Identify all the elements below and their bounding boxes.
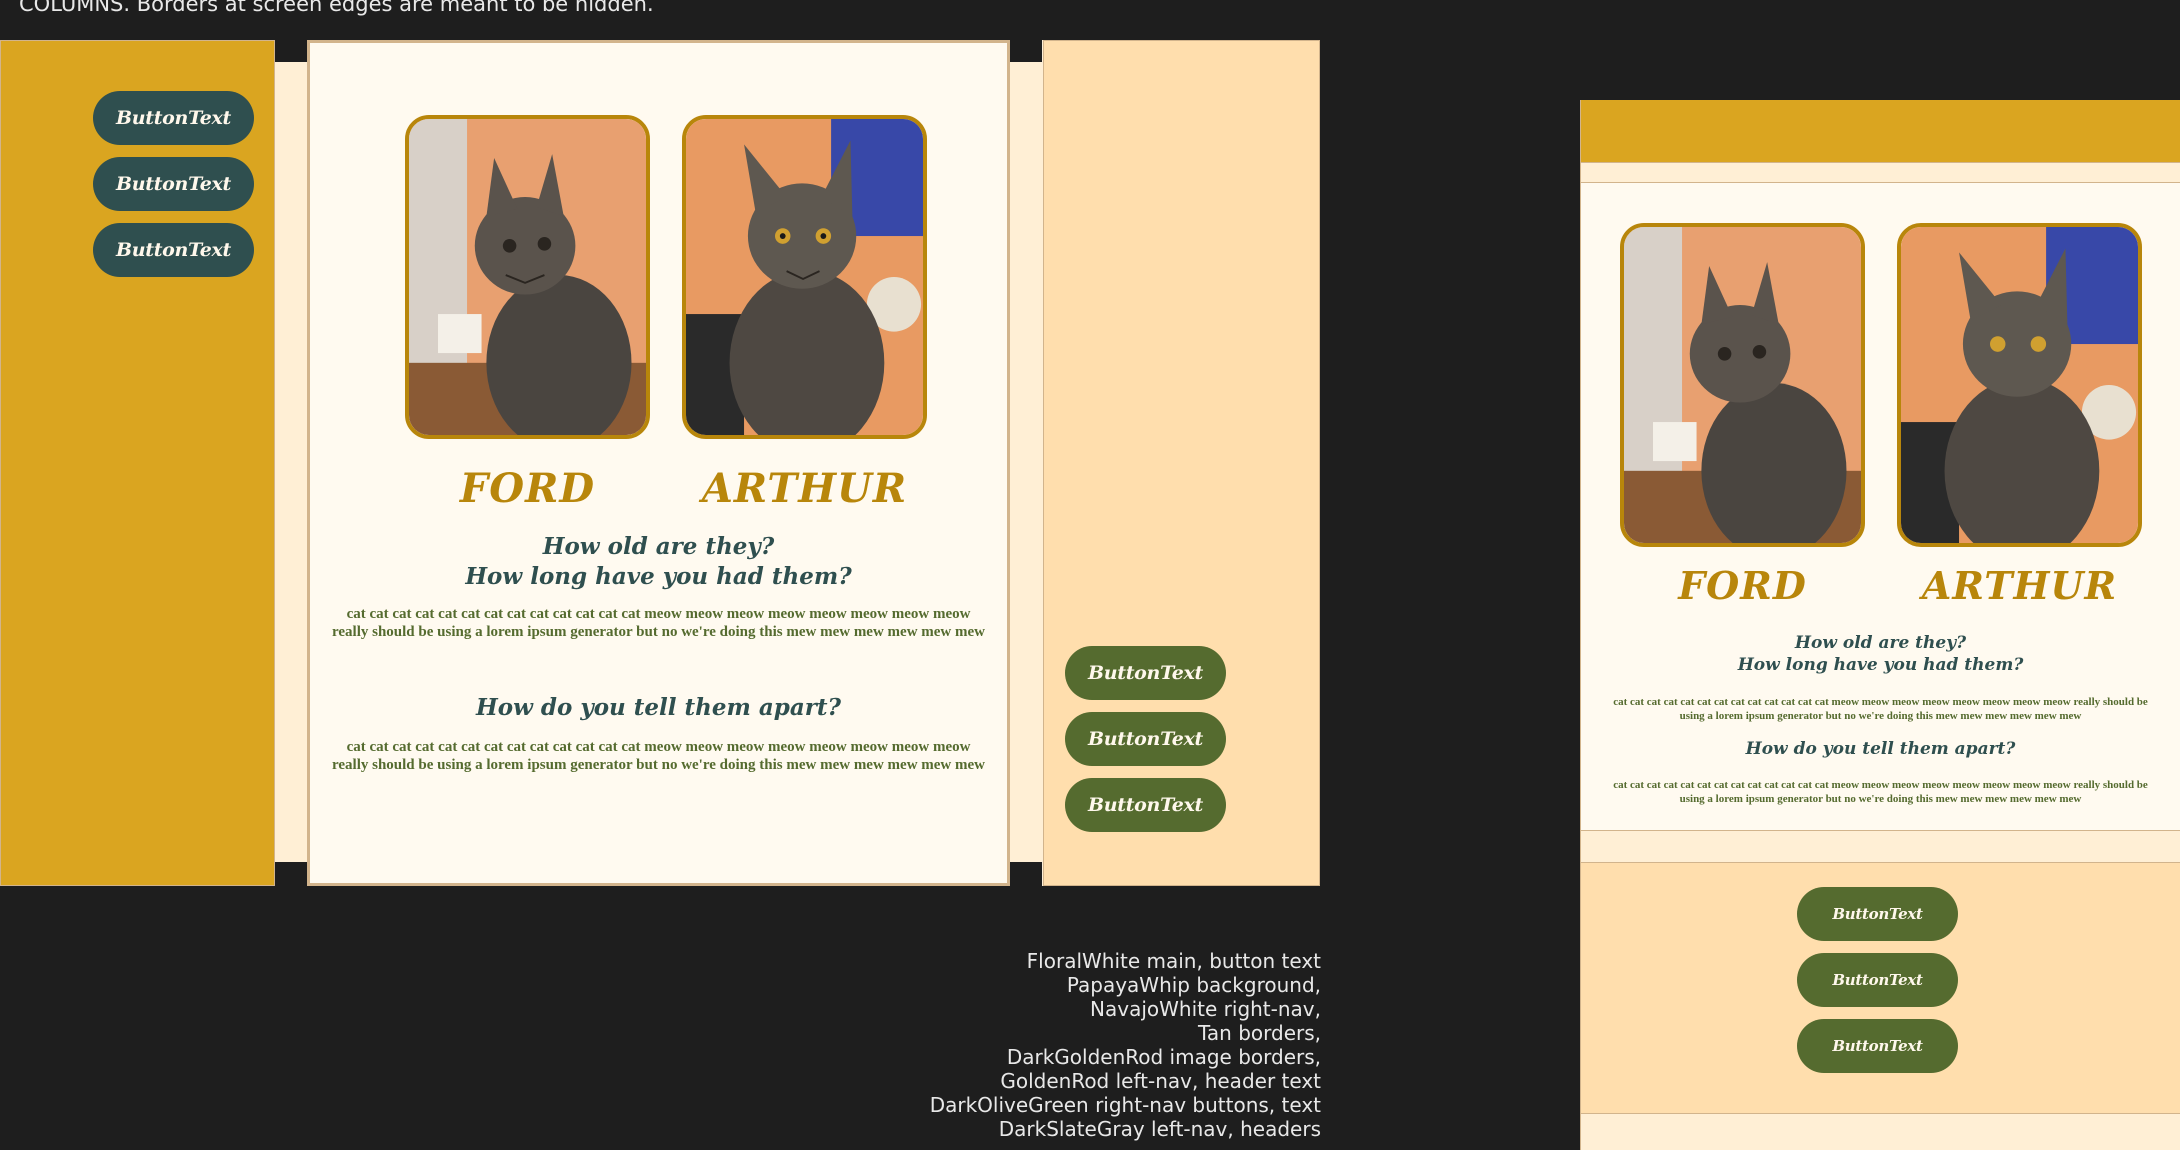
tabby-cat-photo-icon <box>1901 227 2138 543</box>
right-nav-button-2[interactable]: ButtonText <box>1065 712 1226 766</box>
question-age-heading: How old are they? How long have you had … <box>310 532 1007 592</box>
mobile-cat-photo-arthur <box>1897 223 2142 547</box>
mobile-right-nav-button-1[interactable]: ButtonText <box>1797 887 1958 941</box>
legend-line: FloralWhite main, button text <box>1026 949 1321 973</box>
cat-name-arthur: ARTHUR <box>701 465 908 512</box>
left-nav-button-2[interactable]: ButtonText <box>93 157 254 211</box>
question-age-line-2: How long have you had them? <box>465 563 852 590</box>
tabby-cat-photo-icon <box>409 119 646 435</box>
mobile-question-age-line-2: How long have you had them? <box>1737 655 2024 675</box>
left-nav: ButtonText ButtonText ButtonText <box>0 40 275 886</box>
mobile-right-nav: ButtonText ButtonText ButtonText <box>1581 862 2180 1114</box>
legend-line: DarkGoldenRod image borders, <box>1006 1045 1321 1069</box>
mobile-frame: FORD ARTHUR How old are they? How long h… <box>1580 100 2180 1150</box>
color-legend: FloralWhite main, button text PapayaWhip… <box>930 949 1321 1141</box>
mobile-right-nav-button-2[interactable]: ButtonText <box>1797 953 1958 1007</box>
paragraph-age: cat cat cat cat cat cat cat cat cat cat … <box>331 606 986 640</box>
mobile-cat-name-arthur: ARTHUR <box>1921 563 2118 608</box>
cat-photo-arthur <box>682 115 927 439</box>
mobile-question-apart-heading: How do you tell them apart? <box>1745 739 2016 759</box>
mobile-header <box>1581 100 2180 163</box>
legend-line: NavajoWhite right-nav, <box>1090 997 1321 1021</box>
legend-line: PapayaWhip background, <box>1066 973 1321 997</box>
right-nav: ButtonText ButtonText ButtonText <box>1043 40 1320 886</box>
right-nav-button-3[interactable]: ButtonText <box>1065 778 1226 832</box>
right-nav-button-1[interactable]: ButtonText <box>1065 646 1226 700</box>
mobile-cat-photo-ford <box>1620 223 1865 547</box>
mobile-question-age-heading: How old are they? How long have you had … <box>1581 632 2180 676</box>
question-apart-heading: How do you tell them apart? <box>476 694 841 721</box>
legend-line: Tan borders, <box>1198 1021 1321 1045</box>
cat-photo-ford <box>405 115 650 439</box>
desktop-main: FORD ARTHUR How old are they? How long h… <box>307 40 1010 886</box>
paragraph-apart: cat cat cat cat cat cat cat cat cat cat … <box>331 739 986 773</box>
legend-line: DarkOliveGreen right-nav buttons, text <box>929 1093 1321 1117</box>
mobile-paragraph-apart: cat cat cat cat cat cat cat cat cat cat … <box>1613 779 2148 805</box>
top-note: COLUMNS. Borders at screen edges are mea… <box>19 0 654 16</box>
legend-line: DarkSlateGray left-nav, headers <box>998 1117 1321 1141</box>
mobile-paragraph-age: cat cat cat cat cat cat cat cat cat cat … <box>1613 696 2148 722</box>
question-age-line-1: How old are they? <box>542 533 775 560</box>
cat-name-ford: FORD <box>459 465 596 512</box>
tabby-cat-photo-icon <box>1624 227 1861 543</box>
left-nav-button-1[interactable]: ButtonText <box>93 91 254 145</box>
mobile-main: FORD ARTHUR How old are they? How long h… <box>1581 182 2180 831</box>
left-nav-button-3[interactable]: ButtonText <box>93 223 254 277</box>
mobile-question-age-line-1: How old are they? <box>1794 633 1967 653</box>
mobile-cat-name-ford: FORD <box>1678 563 1807 608</box>
mobile-right-nav-button-3[interactable]: ButtonText <box>1797 1019 1958 1073</box>
tabby-cat-photo-icon <box>686 119 923 435</box>
legend-line: GoldenRod left-nav, header text <box>1000 1069 1321 1093</box>
